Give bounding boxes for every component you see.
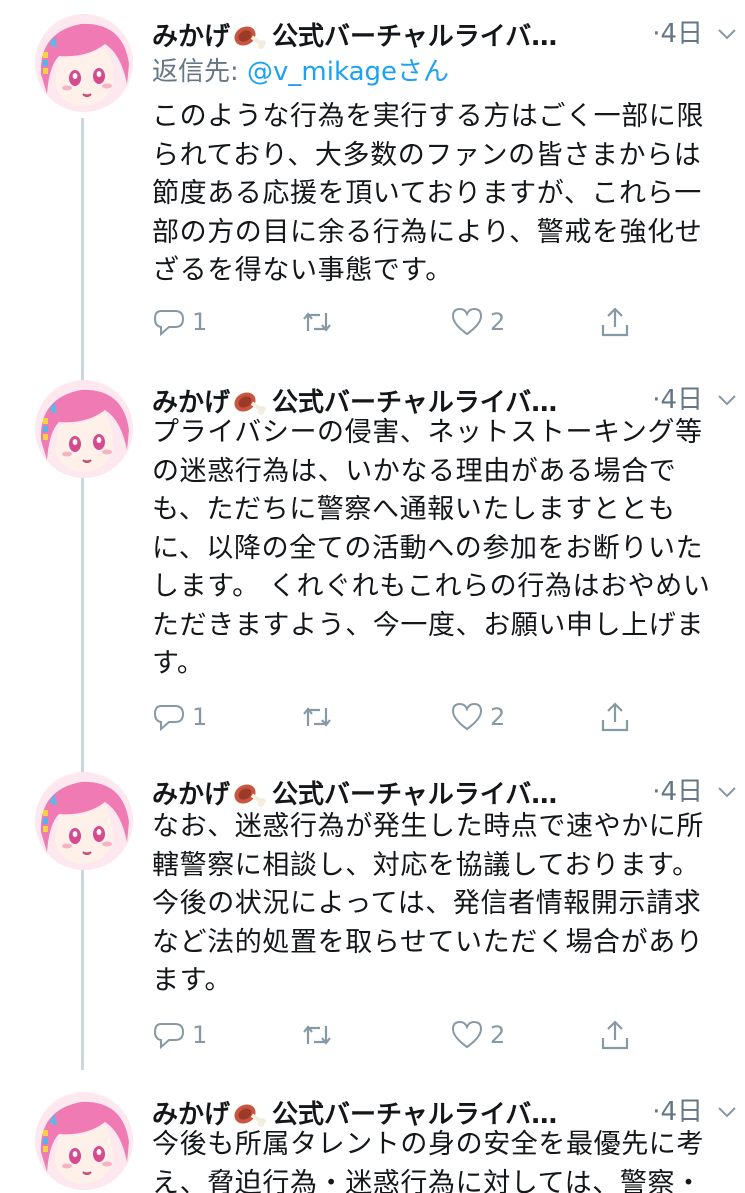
heart-icon	[451, 702, 483, 731]
tweet-text: なお、迷惑行為が発生した時点で速やかに所轄警察に相談し、対応を協議しております。…	[152, 811, 704, 996]
reply-count: 1	[192, 703, 208, 731]
reply-to-line: 返信先: @v_mikageさん	[152, 52, 449, 92]
heart-icon	[451, 1020, 483, 1049]
like-button[interactable]: 2	[450, 302, 505, 342]
chevron-down-icon[interactable]	[715, 22, 739, 46]
author-name[interactable]: みかげ 公式バーチャルライバ…	[152, 382, 557, 419]
tweet-time[interactable]: ·4日	[652, 772, 703, 812]
reply-button[interactable]: 1	[152, 302, 207, 342]
chevron-down-icon[interactable]	[715, 388, 739, 412]
chevron-down-icon[interactable]	[715, 1100, 739, 1124]
avatar[interactable]	[35, 14, 133, 112]
author-name[interactable]: みかげ 公式バーチャルライバ…	[152, 1094, 557, 1131]
tweet-text: このような行為を実行する方はごく一部に限られており、大多数のファンの皆さまからは…	[152, 101, 704, 286]
retweet-icon	[303, 312, 331, 332]
reply-count: 1	[192, 308, 208, 336]
avatar[interactable]	[35, 1092, 133, 1190]
meat-on-bone-icon	[234, 26, 267, 49]
tweet-text: プライバシーの侵害、ネットストーキング等の迷惑行為は、いかなる理由がある場合でも…	[152, 417, 711, 679]
like-count: 2	[490, 703, 506, 731]
share-button[interactable]	[598, 697, 632, 737]
retweet-button[interactable]	[300, 1015, 334, 1055]
thread-line	[81, 118, 84, 1070]
reply-bubble-icon	[153, 1023, 185, 1050]
avatar[interactable]	[35, 380, 133, 478]
reply-button[interactable]: 1	[152, 1015, 207, 1055]
retweet-icon	[303, 1025, 331, 1045]
share-icon	[601, 1020, 629, 1050]
retweet-button[interactable]	[300, 697, 334, 737]
chevron-down-icon[interactable]	[715, 780, 739, 804]
tweet-header: みかげ 公式バーチャルライバ…	[152, 14, 727, 54]
reply-count: 1	[192, 1021, 208, 1049]
like-button[interactable]: 2	[450, 1015, 505, 1055]
tweet-time[interactable]: ·4日	[652, 14, 703, 54]
reply-to-handle[interactable]: @v_mikageさん	[247, 57, 449, 87]
meat-on-bone-icon	[234, 784, 267, 807]
retweet-icon	[303, 707, 331, 727]
tweet-actions: 1 2	[152, 1015, 642, 1055]
reply-button[interactable]: 1	[152, 697, 207, 737]
reply-bubble-icon	[153, 705, 185, 732]
share-button[interactable]	[598, 302, 632, 342]
tweet-4[interactable]: みかげ 公式バーチャルライバ… ·4日 今後も所属タレントの身の安全を最優先に考え…	[0, 1092, 745, 1193]
like-count: 2	[490, 308, 506, 336]
author-name[interactable]: みかげ 公式バーチャルライバ…	[152, 774, 557, 811]
tweet-actions: 1 2	[152, 302, 642, 342]
reply-bubble-icon	[153, 310, 185, 337]
reply-to-label: 返信先:	[152, 57, 248, 87]
heart-icon	[451, 307, 483, 336]
avatar[interactable]	[35, 772, 133, 870]
like-count: 2	[490, 1021, 506, 1049]
share-icon	[601, 702, 629, 732]
anime-avatar-icon	[35, 1092, 133, 1190]
tweet-header: みかげ 公式バーチャルライバ…	[152, 772, 727, 812]
retweet-button[interactable]	[300, 302, 334, 342]
author-name[interactable]: みかげ 公式バーチャルライバ…	[152, 16, 557, 53]
share-button[interactable]	[598, 1015, 632, 1055]
anime-avatar-icon	[35, 772, 133, 870]
anime-avatar-icon	[35, 14, 133, 112]
anime-avatar-icon	[35, 380, 133, 478]
like-button[interactable]: 2	[450, 697, 505, 737]
tweet-actions: 1 2	[152, 697, 642, 737]
share-icon	[601, 307, 629, 337]
tweet-text: 今後も所属タレントの身の安全を最優先に考え、脅迫行為・迷惑行為に対しては、警察・	[152, 1129, 704, 1193]
